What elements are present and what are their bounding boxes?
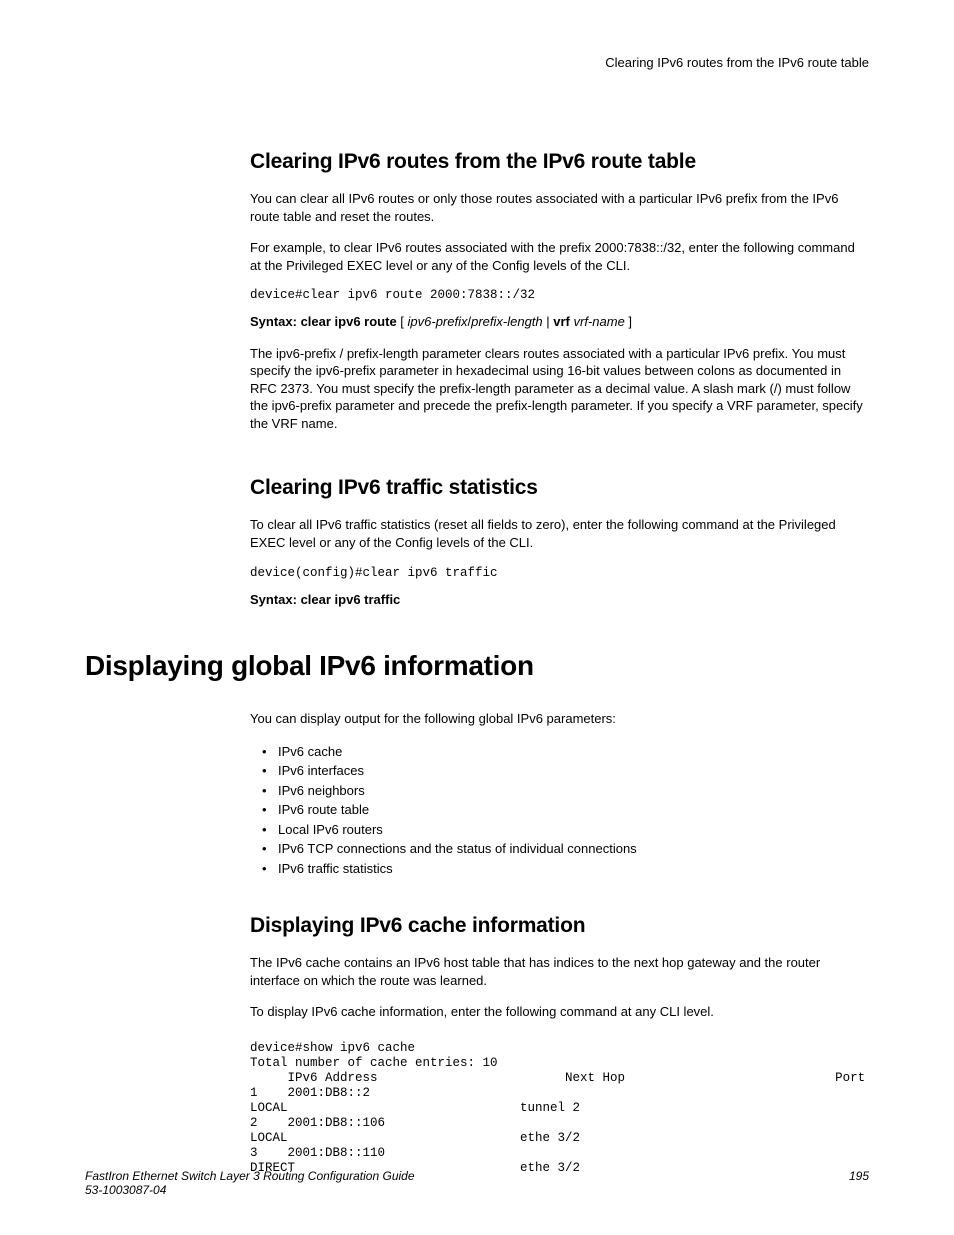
- body-text: For example, to clear IPv6 routes associ…: [250, 239, 869, 274]
- page: Clearing IPv6 routes from the IPv6 route…: [0, 0, 954, 1235]
- list-item: IPv6 traffic statistics: [278, 859, 869, 879]
- syntax-keyword: vrf: [553, 314, 570, 329]
- section-displaying-global-body: You can display output for the following…: [250, 710, 869, 1176]
- list-item: IPv6 route table: [278, 800, 869, 820]
- heading-clearing-traffic: Clearing IPv6 traffic statistics: [250, 476, 869, 500]
- heading-displaying-cache: Displaying IPv6 cache information: [250, 914, 869, 938]
- list-item: Local IPv6 routers: [278, 820, 869, 840]
- syntax-arg: prefix-length: [471, 314, 543, 329]
- list-item: IPv6 TCP connections and the status of i…: [278, 839, 869, 859]
- code-block: device(config)#clear ipv6 traffic: [250, 566, 869, 581]
- footer-title: FastIron Ethernet Switch Layer 3 Routing…: [85, 1169, 415, 1183]
- body-text: The IPv6 cache contains an IPv6 host tab…: [250, 954, 869, 989]
- body-text: To display IPv6 cache information, enter…: [250, 1003, 869, 1021]
- list-item: IPv6 cache: [278, 742, 869, 762]
- syntax-line: Syntax: clear ipv6 route [ ipv6-prefix/p…: [250, 313, 869, 331]
- body-text: You can clear all IPv6 routes or only th…: [250, 190, 869, 225]
- running-head: Clearing IPv6 routes from the IPv6 route…: [85, 55, 869, 70]
- code-block: device#show ipv6 cache Total number of c…: [250, 1041, 869, 1176]
- section-clearing-routes: Clearing IPv6 routes from the IPv6 route…: [250, 150, 869, 608]
- body-text: You can display output for the following…: [250, 710, 869, 728]
- list-item: IPv6 interfaces: [278, 761, 869, 781]
- syntax-keyword: Syntax: clear ipv6 route: [250, 314, 397, 329]
- syntax-arg: ipv6-prefix: [408, 314, 468, 329]
- syntax-arg: vrf-name: [574, 314, 625, 329]
- footer-page-number: 195: [849, 1169, 869, 1183]
- syntax-keyword: Syntax: clear ipv6 traffic: [250, 592, 400, 607]
- syntax-line: Syntax: clear ipv6 traffic: [250, 591, 869, 609]
- bullet-list: IPv6 cache IPv6 interfaces IPv6 neighbor…: [250, 742, 869, 879]
- footer-docnum: 53-1003087-04: [85, 1183, 869, 1197]
- page-footer: FastIron Ethernet Switch Layer 3 Routing…: [85, 1169, 869, 1197]
- syntax-sep: |: [543, 314, 554, 329]
- list-item: IPv6 neighbors: [278, 781, 869, 801]
- heading-displaying-global: Displaying global IPv6 information: [85, 650, 869, 682]
- heading-clearing-routes: Clearing IPv6 routes from the IPv6 route…: [250, 150, 869, 174]
- body-text: To clear all IPv6 traffic statistics (re…: [250, 516, 869, 551]
- code-block: device#clear ipv6 route 2000:7838::/32: [250, 288, 869, 303]
- body-text: The ipv6-prefix / prefix-length paramete…: [250, 345, 869, 433]
